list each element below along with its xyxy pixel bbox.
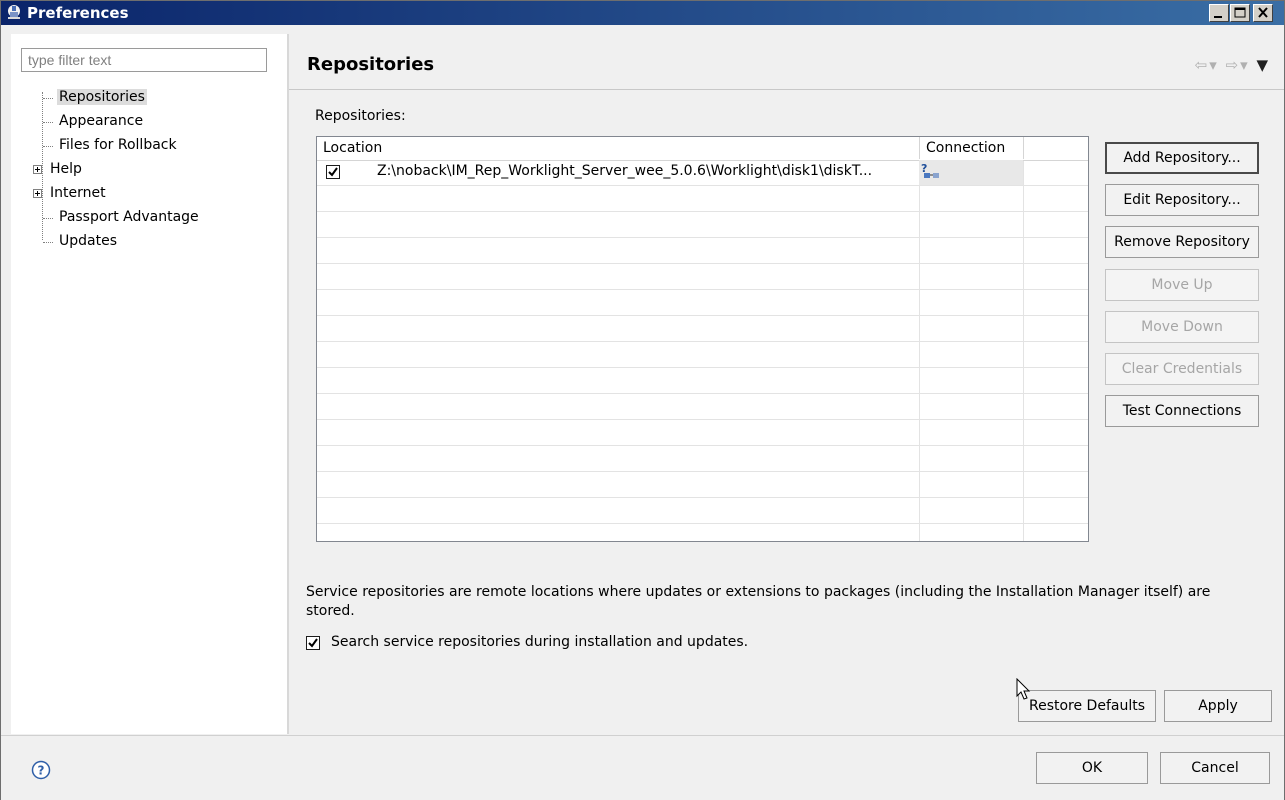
table-row[interactable]: Z:\noback\IM_Rep_Worklight_Server_wee_5.…: [317, 160, 1088, 186]
title-separator: [289, 89, 1284, 90]
filter-input[interactable]: [21, 48, 267, 72]
table-row: [317, 238, 1088, 264]
table-row: [317, 368, 1088, 394]
table-row: [317, 446, 1088, 472]
window-title: Preferences: [27, 4, 129, 22]
search-service-label: Search service repositories during insta…: [331, 634, 749, 650]
tree-item-help[interactable]: Help: [11, 159, 287, 183]
move-down-button[interactable]: Move Down: [1105, 311, 1259, 343]
table-header: Location Connection: [317, 137, 1088, 161]
table-row: [317, 394, 1088, 420]
dialog-button-bar: ? OK Cancel: [1, 735, 1284, 800]
tree-connector: [43, 218, 53, 219]
tree-item-label: Internet: [50, 185, 106, 201]
forward-arrow-icon[interactable]: ⇨: [1226, 56, 1241, 74]
table-row: [317, 524, 1088, 541]
table-row: [317, 498, 1088, 524]
table-row: [317, 264, 1088, 290]
preferences-window: Preferences Repositories Appearance File…: [0, 0, 1285, 800]
tree-connector: [43, 98, 53, 99]
remove-repository-button[interactable]: Remove Repository: [1105, 226, 1259, 258]
tree-item-repositories[interactable]: Repositories: [11, 87, 287, 111]
cancel-button[interactable]: Cancel: [1160, 752, 1270, 784]
tree-item-label: Repositories: [57, 89, 147, 105]
table-row: [317, 342, 1088, 368]
expand-icon[interactable]: [33, 165, 42, 174]
tree-item-files-for-rollback[interactable]: Files for Rollback: [11, 135, 287, 159]
table-row: [317, 316, 1088, 342]
connection-unknown-icon: ?: [921, 162, 939, 178]
tree-item-updates[interactable]: Updates: [11, 231, 287, 255]
tree-item-label: Files for Rollback: [59, 137, 177, 153]
edit-repository-button[interactable]: Edit Repository...: [1105, 184, 1259, 216]
tree-connector: [43, 146, 53, 147]
tree-item-label: Updates: [59, 233, 117, 249]
back-arrow-icon[interactable]: ⇦: [1195, 56, 1210, 74]
tree-connector: [43, 122, 53, 123]
tree-item-passport-advantage[interactable]: Passport Advantage: [11, 207, 287, 231]
maximize-icon: [1234, 7, 1246, 18]
tree-item-label: Help: [50, 161, 82, 177]
minimize-icon: [1214, 16, 1222, 18]
row-checkbox[interactable]: [326, 165, 340, 179]
search-service-checkbox[interactable]: [306, 636, 320, 650]
minimize-button[interactable]: [1209, 4, 1229, 22]
back-menu-icon[interactable]: ▾: [1209, 56, 1219, 74]
tree-item-appearance[interactable]: Appearance: [11, 111, 287, 135]
add-repository-button[interactable]: Add Repository...: [1105, 142, 1259, 174]
apply-button[interactable]: Apply: [1164, 690, 1272, 722]
tree-connector: [43, 242, 53, 243]
view-menu-icon[interactable]: ▼: [1256, 56, 1270, 74]
app-icon: [8, 5, 20, 19]
preference-tree-panel: Repositories Appearance Files for Rollba…: [11, 34, 287, 734]
page-navigation: ⇦▾ ⇨▾ ▼: [1195, 56, 1270, 74]
checkmark-icon: [308, 638, 318, 648]
table-row: [317, 472, 1088, 498]
page-title: Repositories: [307, 54, 435, 75]
mouse-cursor-icon: [1016, 678, 1031, 700]
expand-icon[interactable]: [33, 189, 42, 198]
restore-defaults-button[interactable]: Restore Defaults: [1018, 690, 1156, 722]
repositories-table[interactable]: Location Connection Z:\noback\IM_Rep_Wor…: [316, 136, 1089, 542]
table-row: [317, 290, 1088, 316]
close-button[interactable]: [1253, 4, 1273, 22]
tree-item-internet[interactable]: Internet: [11, 183, 287, 207]
repository-location: Z:\noback\IM_Rep_Worklight_Server_wee_5.…: [377, 163, 873, 179]
move-up-button[interactable]: Move Up: [1105, 269, 1259, 301]
close-icon: [1258, 7, 1268, 18]
table-row: [317, 420, 1088, 446]
preference-tree: Repositories Appearance Files for Rollba…: [11, 87, 287, 255]
checkmark-icon: [328, 167, 338, 177]
maximize-button[interactable]: [1230, 4, 1250, 22]
test-connections-button[interactable]: Test Connections: [1105, 395, 1259, 427]
tree-item-label: Appearance: [59, 113, 144, 129]
table-row: [317, 212, 1088, 238]
title-bar[interactable]: Preferences: [1, 1, 1284, 25]
description-text: Service repositories are remote location…: [306, 584, 1211, 619]
repositories-label: Repositories:: [315, 108, 406, 124]
help-icon[interactable]: ?: [31, 760, 51, 780]
ok-button[interactable]: OK: [1036, 752, 1148, 784]
clear-credentials-button[interactable]: Clear Credentials: [1105, 353, 1259, 385]
svg-text:?: ?: [38, 764, 45, 778]
preference-page: Repositories ⇦▾ ⇨▾ ▼ Repositories: Locat…: [289, 34, 1284, 734]
forward-menu-icon[interactable]: ▾: [1240, 56, 1250, 74]
column-header-empty[interactable]: [1024, 137, 1088, 159]
tree-item-label: Passport Advantage: [59, 209, 199, 225]
column-header-location[interactable]: Location: [317, 137, 920, 159]
table-row: [317, 186, 1088, 212]
column-header-connection[interactable]: Connection: [920, 137, 1024, 159]
